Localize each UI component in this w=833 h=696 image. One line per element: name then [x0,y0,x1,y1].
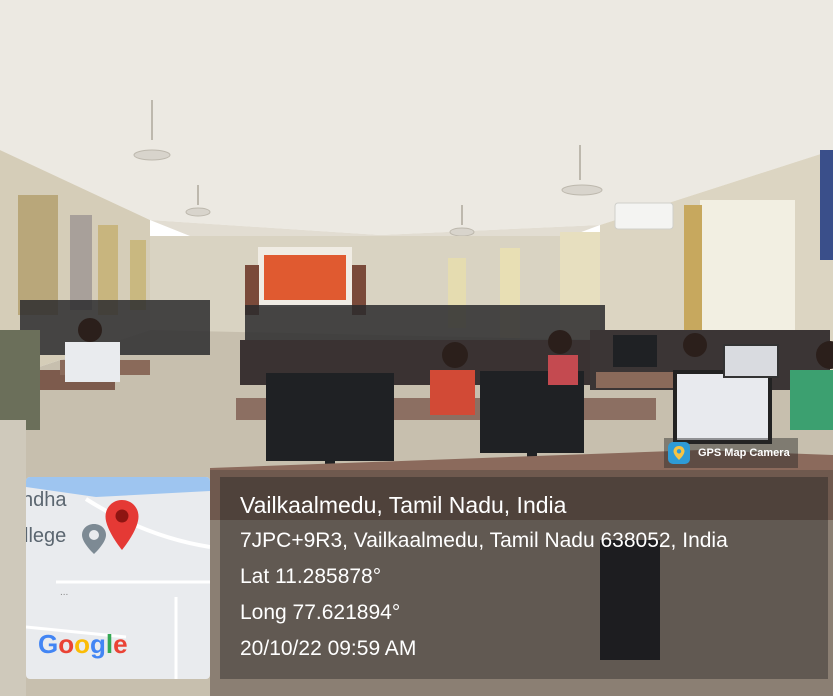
monitor [266,373,394,461]
monitor [673,370,772,444]
map-place-label: ndha [26,489,67,511]
map-place-label: llege [26,525,67,547]
svg-text:...: ... [60,587,68,598]
google-logo: Google [38,629,128,659]
latitude: Lat 11.285878° [240,565,382,588]
gps-map-camera-badge: GPS Map Camera [664,438,798,468]
geotag-panel: Vailkaalmedu, Tamil Nadu, India 7JPC+9R3… [220,477,828,679]
full-address: 7JPC+9R3, Vailkaalmedu, Tamil Nadu 63805… [240,529,728,552]
longitude: Long 77.621894° [240,601,401,624]
map-pin-icon [105,500,139,550]
gps-map-camera-icon [668,442,690,464]
location-title: Vailkaalmedu, Tamil Nadu, India [240,492,567,518]
date-time: 20/10/22 09:59 AM [240,637,417,660]
badge-label: GPS Map Camera [698,447,790,459]
map-thumbnail[interactable]: ... ndha llege Google [26,477,210,679]
